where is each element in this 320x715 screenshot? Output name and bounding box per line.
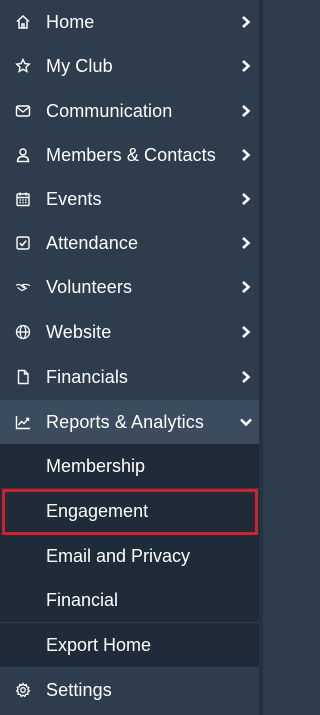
chevron-right-icon bbox=[239, 148, 253, 162]
chevron-right-icon bbox=[239, 192, 253, 206]
chevron-right-icon bbox=[239, 15, 253, 29]
nav-item-financials[interactable]: Financials bbox=[0, 355, 259, 399]
submenu-item-label: Export Home bbox=[46, 634, 152, 655]
nav-item-label: Home bbox=[46, 11, 95, 32]
submenu-item-email-privacy[interactable]: Email and Privacy bbox=[0, 534, 259, 578]
submenu-item-export-home[interactable]: Export Home bbox=[0, 623, 259, 667]
checkbox-icon bbox=[15, 235, 31, 251]
nav-item-label: Reports & Analytics bbox=[46, 411, 204, 432]
nav-item-events[interactable]: Events bbox=[0, 177, 259, 221]
chart-icon bbox=[15, 414, 31, 430]
nav-item-reports-analytics[interactable]: Reports & Analytics bbox=[0, 400, 259, 444]
home-icon bbox=[15, 14, 31, 30]
chevron-right-icon bbox=[239, 370, 253, 384]
nav-item-label: Settings bbox=[46, 679, 112, 700]
nav-item-attendance[interactable]: Attendance bbox=[0, 221, 259, 265]
scrollbar[interactable] bbox=[259, 0, 263, 715]
nav-item-label: Volunteers bbox=[46, 276, 133, 297]
submenu-item-engagement[interactable]: Engagement bbox=[0, 489, 259, 533]
chevron-right-icon bbox=[239, 104, 253, 118]
star-icon bbox=[15, 58, 31, 74]
chevron-right-icon bbox=[239, 236, 253, 250]
person-icon bbox=[15, 147, 31, 163]
nav-item-label: Communication bbox=[46, 100, 173, 121]
nav-item-communication[interactable]: Communication bbox=[0, 89, 259, 133]
envelope-icon bbox=[15, 103, 31, 119]
nav-item-label: Financials bbox=[46, 366, 129, 387]
nav-item-my-club[interactable]: My Club bbox=[0, 44, 259, 88]
nav-item-website[interactable]: Website bbox=[0, 310, 259, 354]
nav-item-volunteers[interactable]: Volunteers bbox=[0, 265, 259, 309]
handshake-icon bbox=[15, 279, 31, 295]
chevron-down-icon bbox=[239, 415, 253, 429]
gear-icon bbox=[15, 682, 31, 698]
nav-item-label: Events bbox=[46, 188, 102, 209]
nav-item-members-contacts[interactable]: Members & Contacts bbox=[0, 133, 259, 177]
nav-item-settings[interactable]: Settings bbox=[0, 668, 259, 712]
submenu-item-label: Membership bbox=[46, 455, 146, 476]
chevron-right-icon bbox=[239, 280, 253, 294]
nav-item-label: Website bbox=[46, 321, 112, 342]
sidebar-nav: Home My Club Communication Members & Con… bbox=[0, 0, 263, 715]
document-icon bbox=[15, 369, 31, 385]
submenu-item-label: Email and Privacy bbox=[46, 545, 191, 566]
submenu-item-label: Engagement bbox=[46, 500, 149, 521]
nav-item-label: My Club bbox=[46, 55, 113, 76]
chevron-right-icon bbox=[239, 59, 253, 73]
nav-item-label: Members & Contacts bbox=[46, 144, 216, 165]
globe-icon bbox=[15, 324, 31, 340]
calendar-icon bbox=[15, 191, 31, 207]
submenu-item-membership[interactable]: Membership bbox=[0, 444, 259, 488]
submenu-item-financial[interactable]: Financial bbox=[0, 578, 259, 622]
nav-item-home[interactable]: Home bbox=[0, 0, 259, 44]
nav-item-label: Attendance bbox=[46, 232, 139, 253]
chevron-right-icon bbox=[239, 325, 253, 339]
submenu-item-label: Financial bbox=[46, 589, 119, 610]
